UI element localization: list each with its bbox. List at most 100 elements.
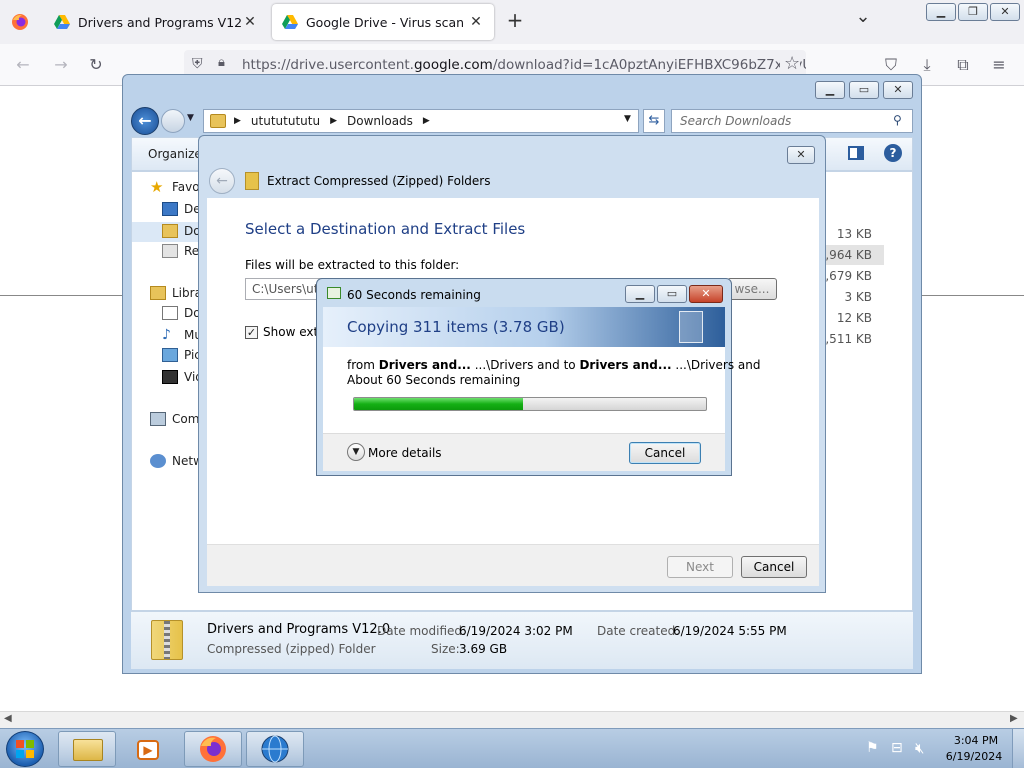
- show-files-checkbox[interactable]: ✓: [245, 326, 258, 339]
- copy-details: from Drivers and... ...\Drivers and to D…: [323, 347, 760, 433]
- cancel-button[interactable]: Cancel: [629, 442, 701, 464]
- breadcrumb-separator-icon: ▶: [330, 116, 338, 126]
- destination-path-input[interactable]: C:\Users\utu: [245, 278, 325, 300]
- nav-favorites[interactable]: ★ Favor: [150, 180, 205, 195]
- minimize-button[interactable]: ▁: [815, 81, 845, 99]
- url-domain: google.com: [413, 57, 493, 73]
- back-button[interactable]: ←: [131, 107, 159, 135]
- nav-computer[interactable]: Com: [150, 412, 199, 426]
- close-window-button[interactable]: ✕: [883, 81, 913, 99]
- from-folder-link[interactable]: Drivers and...: [379, 358, 471, 372]
- restore-button[interactable]: ❐: [958, 3, 988, 21]
- help-icon[interactable]: ?: [884, 144, 902, 162]
- firefox-icon: [200, 736, 226, 762]
- nav-libraries[interactable]: Libra: [150, 286, 202, 300]
- next-button[interactable]: Next: [667, 556, 733, 578]
- breadcrumb-separator-icon: ▶: [234, 116, 241, 126]
- start-button[interactable]: [6, 731, 44, 767]
- close-window-button[interactable]: ✕: [990, 3, 1020, 21]
- scroll-right-icon[interactable]: ▶: [1010, 713, 1018, 724]
- minimize-button[interactable]: ▁: [926, 3, 956, 21]
- forward-icon[interactable]: →: [50, 54, 72, 76]
- extensions-icon[interactable]: ⧉: [952, 54, 974, 76]
- taskbar-media-player[interactable]: ▶: [120, 731, 178, 767]
- nav-music[interactable]: ♪ Mu: [162, 328, 202, 342]
- firefox-menu-icon[interactable]: [10, 12, 30, 32]
- recent-pages-chevron-icon[interactable]: ▼: [187, 113, 194, 123]
- close-dialog-button[interactable]: ✕: [689, 285, 723, 303]
- show-desktop-button[interactable]: [1012, 729, 1024, 768]
- copy-icon: [327, 287, 341, 299]
- bookmark-star-icon[interactable]: ☆: [780, 53, 801, 74]
- google-drive-icon: [54, 15, 70, 29]
- maximize-button[interactable]: ▭: [657, 285, 687, 303]
- browse-button[interactable]: wse...: [727, 278, 777, 300]
- close-tab-icon[interactable]: ✕: [468, 14, 484, 30]
- copy-progress-dialog: 60 Seconds remaining ▁ ▭ ✕ Copying 311 i…: [316, 278, 760, 476]
- search-input[interactable]: Search Downloads: [671, 109, 913, 133]
- address-dropdown-icon[interactable]: ▼: [624, 114, 631, 124]
- search-icon[interactable]: ⚲: [893, 113, 902, 127]
- url-suffix: /download?id=1cA0pztAnyiEFHBXC96bZ7xMvUK: [492, 57, 806, 73]
- app-menu-icon[interactable]: ≡: [988, 54, 1010, 76]
- date-created-value: 6/19/2024 5:55 PM: [673, 624, 787, 638]
- music-icon: ♪: [162, 327, 171, 343]
- copy-route-line: from Drivers and... ...\Drivers and to D…: [347, 358, 760, 372]
- tracking-shield-icon[interactable]: ⛨: [192, 56, 203, 72]
- organize-menu[interactable]: Organize: [148, 147, 202, 161]
- copy-banner: Copying 311 items (3.78 GB): [323, 307, 725, 347]
- to-folder-link[interactable]: Drivers and...: [579, 358, 671, 372]
- network-icon: [150, 454, 166, 468]
- breadcrumb-user[interactable]: utututututu: [251, 114, 320, 128]
- from-path: ...\Drivers and: [474, 358, 560, 372]
- pocket-icon[interactable]: ⛉: [880, 54, 902, 76]
- breadcrumb-downloads[interactable]: Downloads: [347, 114, 413, 128]
- expand-chevron-icon[interactable]: ▼: [347, 443, 365, 461]
- taskbar-network-app[interactable]: [246, 731, 304, 767]
- forward-button[interactable]: [161, 109, 185, 133]
- page-divider: [922, 295, 1024, 296]
- action-center-flag-icon[interactable]: ⚑: [866, 740, 879, 756]
- copy-heading: Copying 311 items (3.78 GB): [347, 318, 565, 336]
- cancel-button[interactable]: Cancel: [741, 556, 807, 578]
- wizard-button-bar: Next Cancel: [207, 544, 819, 586]
- network-status-icon[interactable]: ⊟: [891, 740, 903, 756]
- lock-icon[interactable]: 🔒︎: [218, 55, 225, 70]
- wizard-back-button[interactable]: ←: [209, 168, 235, 194]
- tab-google-drive-virus-scan[interactable]: Google Drive - Virus scan warni ✕: [272, 4, 494, 40]
- close-dialog-button[interactable]: ✕: [787, 146, 815, 164]
- preview-pane-icon[interactable]: [848, 146, 864, 160]
- downloads-icon[interactable]: ⤓: [916, 54, 938, 76]
- recent-places-icon: [162, 244, 178, 258]
- back-icon[interactable]: ←: [12, 54, 34, 76]
- more-details-toggle[interactable]: More details: [368, 446, 442, 460]
- reload-icon[interactable]: ↻: [85, 54, 107, 76]
- dialog-title: 60 Seconds remaining: [347, 288, 481, 302]
- nav-network[interactable]: Netw: [150, 454, 203, 468]
- folder-icon: [73, 739, 103, 761]
- scroll-left-icon[interactable]: ◀: [4, 713, 12, 724]
- address-bar[interactable]: ▶ utututututu ▶ Downloads ▶ ▼: [203, 109, 639, 133]
- folder-icon: [210, 114, 226, 128]
- taskbar-firefox[interactable]: [184, 731, 242, 767]
- list-all-tabs-icon[interactable]: ⌄: [852, 6, 874, 28]
- nav-pictures[interactable]: Pic: [162, 348, 201, 362]
- close-tab-icon[interactable]: ✕: [242, 14, 258, 30]
- maximize-button[interactable]: ▭: [849, 81, 879, 99]
- volume-muted-icon[interactable]: 🔇︎: [915, 739, 924, 757]
- clock-time[interactable]: 3:04 PM: [952, 734, 1000, 747]
- new-tab-button[interactable]: +: [504, 8, 526, 34]
- copy-footer: ▼ More details Cancel: [323, 433, 725, 471]
- taskbar-explorer[interactable]: [58, 731, 116, 767]
- horizontal-scrollbar[interactable]: ◀ ▶: [0, 711, 1024, 728]
- tab-drivers-zip[interactable]: Drivers and Programs V12.0.zip ✕: [44, 4, 268, 40]
- details-pane: Drivers and Programs V12.0 Compressed (z…: [131, 611, 913, 669]
- minimize-button[interactable]: ▁: [625, 285, 655, 303]
- clock-date[interactable]: 6/19/2024: [944, 750, 1004, 763]
- zip-folder-icon: [151, 620, 183, 660]
- pictures-icon: [162, 348, 178, 362]
- browser-tab-bar: Drivers and Programs V12.0.zip ✕ Google …: [0, 0, 1024, 44]
- to-path: ...\Drivers and: [675, 358, 761, 372]
- nav-videos[interactable]: Vid: [162, 370, 203, 384]
- refresh-button[interactable]: ⇆: [643, 109, 665, 133]
